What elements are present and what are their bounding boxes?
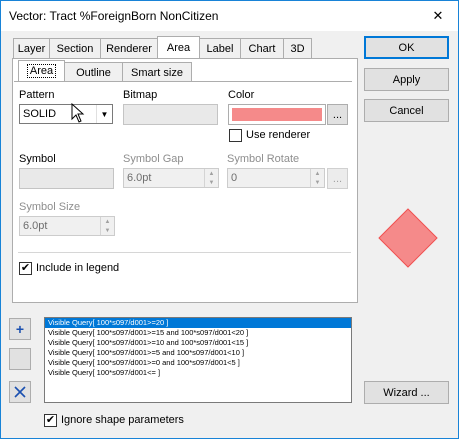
symbol-button[interactable] — [19, 168, 114, 189]
query-list[interactable]: Visible Query[ 100*s097/d001>=20 ] Visib… — [44, 317, 352, 403]
spin-down-icon: ▼ — [314, 179, 321, 186]
include-in-legend-checkbox[interactable]: ✔ — [19, 262, 32, 275]
symbol-size-spinner[interactable]: ▲ ▼ — [100, 217, 114, 235]
cancel-button[interactable]: Cancel — [364, 99, 449, 122]
spin-up-icon: ▲ — [208, 170, 215, 177]
edit-query-button[interactable] — [9, 348, 31, 370]
panel-divider — [18, 252, 351, 253]
delete-x-icon — [14, 386, 26, 398]
subtab-outline[interactable]: Outline — [64, 62, 123, 82]
symbol-rotate-spinner[interactable]: ▲ ▼ — [310, 169, 324, 187]
ok-button[interactable]: OK — [364, 36, 449, 59]
query-list-item[interactable]: Visible Query[ 100*s097/d001<= ] — [45, 368, 351, 378]
subtab-smart-size[interactable]: Smart size — [122, 62, 192, 82]
color-swatch-button[interactable] — [228, 104, 326, 125]
symbol-gap-spinner[interactable]: ▲ ▼ — [204, 169, 218, 187]
bitmap-button[interactable] — [123, 104, 218, 125]
symbol-size-input[interactable]: 6.0pt ▲ ▼ — [19, 216, 115, 236]
checkmark-icon: ✔ — [20, 262, 31, 274]
symbol-rotate-more-button[interactable]: ... — [327, 168, 348, 189]
ignore-shape-parameters-checkbox[interactable]: ✔ — [44, 414, 57, 427]
mouse-cursor-icon — [71, 103, 85, 123]
tab-3d[interactable]: 3D — [283, 38, 312, 58]
symbol-size-label: Symbol Size — [19, 201, 81, 213]
apply-button[interactable]: Apply — [364, 68, 449, 91]
window-title: Vector: Tract %ForeignBorn NonCitizen — [9, 9, 219, 23]
symbol-gap-label: Symbol Gap — [123, 153, 184, 165]
spin-down-icon: ▼ — [104, 227, 111, 234]
color-swatch — [232, 108, 322, 121]
subtab-area[interactable]: Area — [18, 60, 65, 81]
tab-renderer[interactable]: Renderer — [100, 38, 158, 58]
ignore-shape-parameters-label: Ignore shape parameters — [61, 414, 184, 426]
color-more-button[interactable]: ... — [327, 104, 348, 125]
use-renderer-checkbox[interactable] — [229, 129, 242, 142]
tab-section[interactable]: Section — [49, 38, 101, 58]
use-renderer-label: Use renderer — [246, 129, 311, 141]
query-list-item[interactable]: Visible Query[ 100*s097/d001>=15 and 100… — [45, 328, 351, 338]
delete-query-button[interactable] — [9, 381, 31, 403]
dialog-window: Vector: Tract %ForeignBorn NonCitizen ✕ … — [0, 0, 459, 439]
close-button[interactable]: ✕ — [418, 1, 458, 30]
tab-layer[interactable]: Layer — [13, 38, 50, 58]
title-bar: Vector: Tract %ForeignBorn NonCitizen ✕ — [1, 1, 458, 31]
area-panel: Area Outline Smart size Pattern SOLID ▼ … — [12, 58, 358, 303]
color-label: Color — [228, 89, 255, 101]
tab-area[interactable]: Area — [157, 36, 200, 58]
symbol-label: Symbol — [19, 153, 56, 165]
include-in-legend-label: Include in legend — [36, 262, 120, 274]
tab-label[interactable]: Label — [199, 38, 241, 58]
subtab-divider — [14, 81, 352, 82]
bitmap-label: Bitmap — [123, 89, 158, 101]
pattern-value: SOLID — [23, 108, 57, 120]
pattern-label: Pattern — [19, 89, 55, 101]
close-icon: ✕ — [432, 7, 444, 23]
symbol-rotate-label: Symbol Rotate — [227, 153, 300, 165]
spin-down-icon: ▼ — [208, 179, 215, 186]
dropdown-arrow-icon: ▼ — [96, 105, 112, 123]
preview-diamond-shape — [378, 208, 438, 268]
query-list-item[interactable]: Visible Query[ 100*s097/d001>=20 ] — [45, 318, 351, 328]
pattern-select[interactable]: SOLID ▼ — [19, 104, 113, 124]
tab-chart[interactable]: Chart — [240, 38, 284, 58]
symbol-rotate-input[interactable]: 0 ▲ ▼ — [227, 168, 325, 188]
spin-up-icon: ▲ — [104, 218, 111, 225]
wizard-button[interactable]: Wizard ... — [364, 381, 449, 404]
query-list-item[interactable]: Visible Query[ 100*s097/d001>=0 and 100*… — [45, 358, 351, 368]
symbol-preview — [378, 208, 438, 268]
spin-up-icon: ▲ — [314, 170, 321, 177]
checkmark-icon: ✔ — [45, 414, 56, 426]
symbol-gap-input[interactable]: 6.0pt ▲ ▼ — [123, 168, 219, 188]
query-list-item[interactable]: Visible Query[ 100*s097/d001>=10 and 100… — [45, 338, 351, 348]
add-query-button[interactable]: + — [9, 318, 31, 340]
query-list-item[interactable]: Visible Query[ 100*s097/d001>=5 and 100*… — [45, 348, 351, 358]
plus-icon: + — [15, 321, 25, 337]
